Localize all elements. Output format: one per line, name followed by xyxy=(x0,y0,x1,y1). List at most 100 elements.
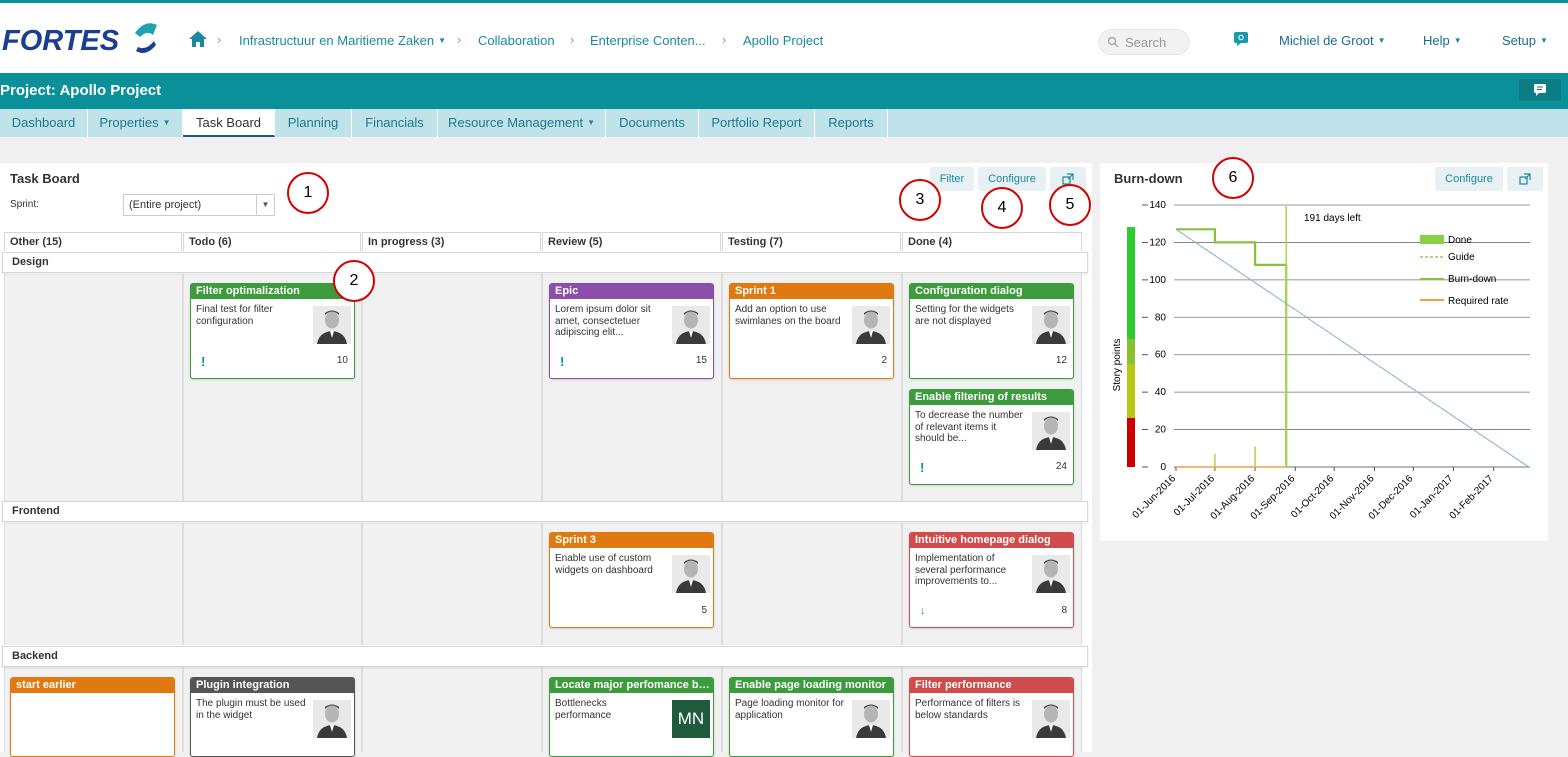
card-description: The plugin must be used in the widget xyxy=(196,698,306,721)
breadcrumb-separator: › xyxy=(722,32,727,47)
task-card[interactable]: Configuration dialog Setting for the wid… xyxy=(909,283,1074,379)
task-card[interactable]: Sprint 1 Add an option to use swimlanes … xyxy=(729,283,894,379)
lane-cell xyxy=(4,523,183,645)
story-points: 8 xyxy=(1061,605,1067,616)
sprint-select[interactable]: (Entire project) ▼ xyxy=(123,194,275,216)
scale-green xyxy=(1127,227,1135,339)
y-tick-label: 60 xyxy=(1155,350,1167,361)
breadcrumb-item[interactable]: Collaboration xyxy=(478,33,555,48)
avatar xyxy=(1032,412,1070,450)
search-placeholder: Search xyxy=(1125,35,1167,50)
y-tick-label: 100 xyxy=(1149,275,1166,286)
card-description: Add an option to use swimlanes on the bo… xyxy=(735,304,841,327)
story-points: 10 xyxy=(336,355,348,366)
callout-4: 4 xyxy=(981,187,1023,229)
tab-financials[interactable]: Financials xyxy=(352,109,438,137)
task-card[interactable]: Intuitive homepage dialog Implementation… xyxy=(909,532,1074,628)
task-card[interactable]: start earlier xyxy=(10,677,175,757)
priority-high-icon: ! xyxy=(201,354,206,369)
task-card[interactable]: Filter performance Performance of filter… xyxy=(909,677,1074,757)
callout-1: 1 xyxy=(287,172,329,214)
legend-done-swatch xyxy=(1420,235,1444,244)
project-chat-button[interactable] xyxy=(1519,79,1561,101)
breadcrumb-separator: › xyxy=(570,32,575,47)
story-points: 24 xyxy=(1055,461,1067,472)
scale-red xyxy=(1127,418,1135,467)
card-description: Lorem ipsum dolor sit amet, consectetuer… xyxy=(555,304,651,338)
fortes-logo[interactable]: FORTES xyxy=(2,19,162,59)
task-card[interactable]: Plugin integration The plugin must be us… xyxy=(190,677,355,757)
project-bar: Project: Apollo Project xyxy=(0,73,1568,109)
tab-properties[interactable]: Properties ▼ xyxy=(88,109,183,137)
tab-documents[interactable]: Documents xyxy=(606,109,699,137)
user-menu[interactable]: Michiel de Groot ▼ xyxy=(1279,33,1386,48)
tab-resource-management[interactable]: Resource Management ▼ xyxy=(438,109,606,137)
x-tick-label: 01-Feb-2017 xyxy=(1448,473,1497,522)
tab-planning[interactable]: Planning xyxy=(275,109,352,137)
task-card[interactable]: Enable page loading monitor Page loading… xyxy=(729,677,894,757)
card-title: Enable page loading monitor xyxy=(730,678,893,693)
legend-required-rate: Required rate xyxy=(1448,296,1509,307)
tab-reports[interactable]: Reports xyxy=(815,109,888,137)
swimlane-header-frontend[interactable]: Frontend xyxy=(2,501,1088,522)
burndown-popout-button[interactable] xyxy=(1507,167,1543,191)
task-card[interactable]: Sprint 3 Enable use of custom widgets on… xyxy=(549,532,714,628)
avatar xyxy=(1032,700,1070,738)
callout-3: 3 xyxy=(899,179,941,221)
card-title: Sprint 1 xyxy=(730,284,893,299)
burndown-configure-button[interactable]: Configure xyxy=(1435,167,1503,191)
callout-2: 2 xyxy=(333,260,375,302)
card-title: start earlier xyxy=(11,678,174,693)
swimlane-header-design[interactable]: Design xyxy=(2,252,1088,273)
y-tick-label: 40 xyxy=(1155,387,1167,398)
tab-task-board[interactable]: Task Board xyxy=(183,109,275,137)
avatar xyxy=(852,306,890,344)
priority-low-icon: ↓ xyxy=(920,605,926,617)
column-header-todo: Todo (6) xyxy=(183,232,361,251)
setup-menu[interactable]: Setup ▼ xyxy=(1502,33,1548,48)
card-title: Epic xyxy=(550,284,713,299)
lane-cell xyxy=(722,523,902,645)
legend-burndown: Burn-down xyxy=(1448,274,1496,285)
configure-button[interactable]: Configure xyxy=(978,167,1046,191)
chevron-down-icon: ▼ xyxy=(256,195,274,215)
card-description: Setting for the widgets are not displaye… xyxy=(915,304,1014,327)
lane-cell xyxy=(362,523,542,645)
help-menu[interactable]: Help ▼ xyxy=(1423,33,1462,48)
y-tick-label: 80 xyxy=(1155,312,1167,323)
tab-portfolio-report[interactable]: Portfolio Report xyxy=(699,109,815,137)
home-icon[interactable] xyxy=(188,30,208,48)
lane-cell xyxy=(4,274,183,502)
lane-cell xyxy=(362,667,542,752)
y-tick-label: 0 xyxy=(1160,462,1166,473)
card-description: Implementation of several performance im… xyxy=(915,553,1007,587)
card-title: Enable filtering of results xyxy=(910,390,1073,405)
search-icon xyxy=(1107,36,1119,48)
task-card[interactable]: Enable filtering of results To decrease … xyxy=(909,389,1074,485)
project-tabs: Dashboard Properties ▼ Task Board Plannin… xyxy=(0,109,1568,137)
card-description: Performance of filters is below standard… xyxy=(915,698,1021,721)
top-bar: FORTES › Infrastructuur en Maritieme Zak… xyxy=(0,0,1568,73)
breadcrumb-separator: › xyxy=(457,32,462,47)
story-points: 15 xyxy=(695,355,707,366)
tab-dashboard[interactable]: Dashboard xyxy=(0,109,88,137)
breadcrumb-separator: › xyxy=(217,32,222,47)
task-card[interactable]: Filter optimalization Final test for fil… xyxy=(190,283,355,379)
breadcrumb-item[interactable]: Enterprise Conten... xyxy=(590,33,706,48)
column-header-in-progress: In progress (3) xyxy=(362,232,541,251)
avatar xyxy=(1032,555,1070,593)
task-card[interactable]: Epic Lorem ipsum dolor sit amet, consect… xyxy=(549,283,714,379)
breadcrumb-item[interactable]: Infrastructuur en Maritieme Zaken ▼ xyxy=(239,33,446,48)
breadcrumb-item[interactable]: Apollo Project xyxy=(743,33,823,48)
column-header-other: Other (15) xyxy=(4,232,182,251)
column-header-done: Done (4) xyxy=(902,232,1082,251)
swimlane-header-backend[interactable]: Backend xyxy=(2,646,1088,667)
card-title: Sprint 3 xyxy=(550,533,713,548)
search-input[interactable]: Search xyxy=(1098,29,1190,55)
sprint-label: Sprint: xyxy=(10,199,39,210)
y-tick-label: 120 xyxy=(1149,237,1166,248)
chat-icon[interactable] xyxy=(1233,31,1249,47)
days-left-annotation: 191 days left xyxy=(1304,213,1361,224)
task-card[interactable]: Locate major perfomance bot... Bottlenec… xyxy=(549,677,714,757)
svg-text:FORTES: FORTES xyxy=(2,25,120,57)
